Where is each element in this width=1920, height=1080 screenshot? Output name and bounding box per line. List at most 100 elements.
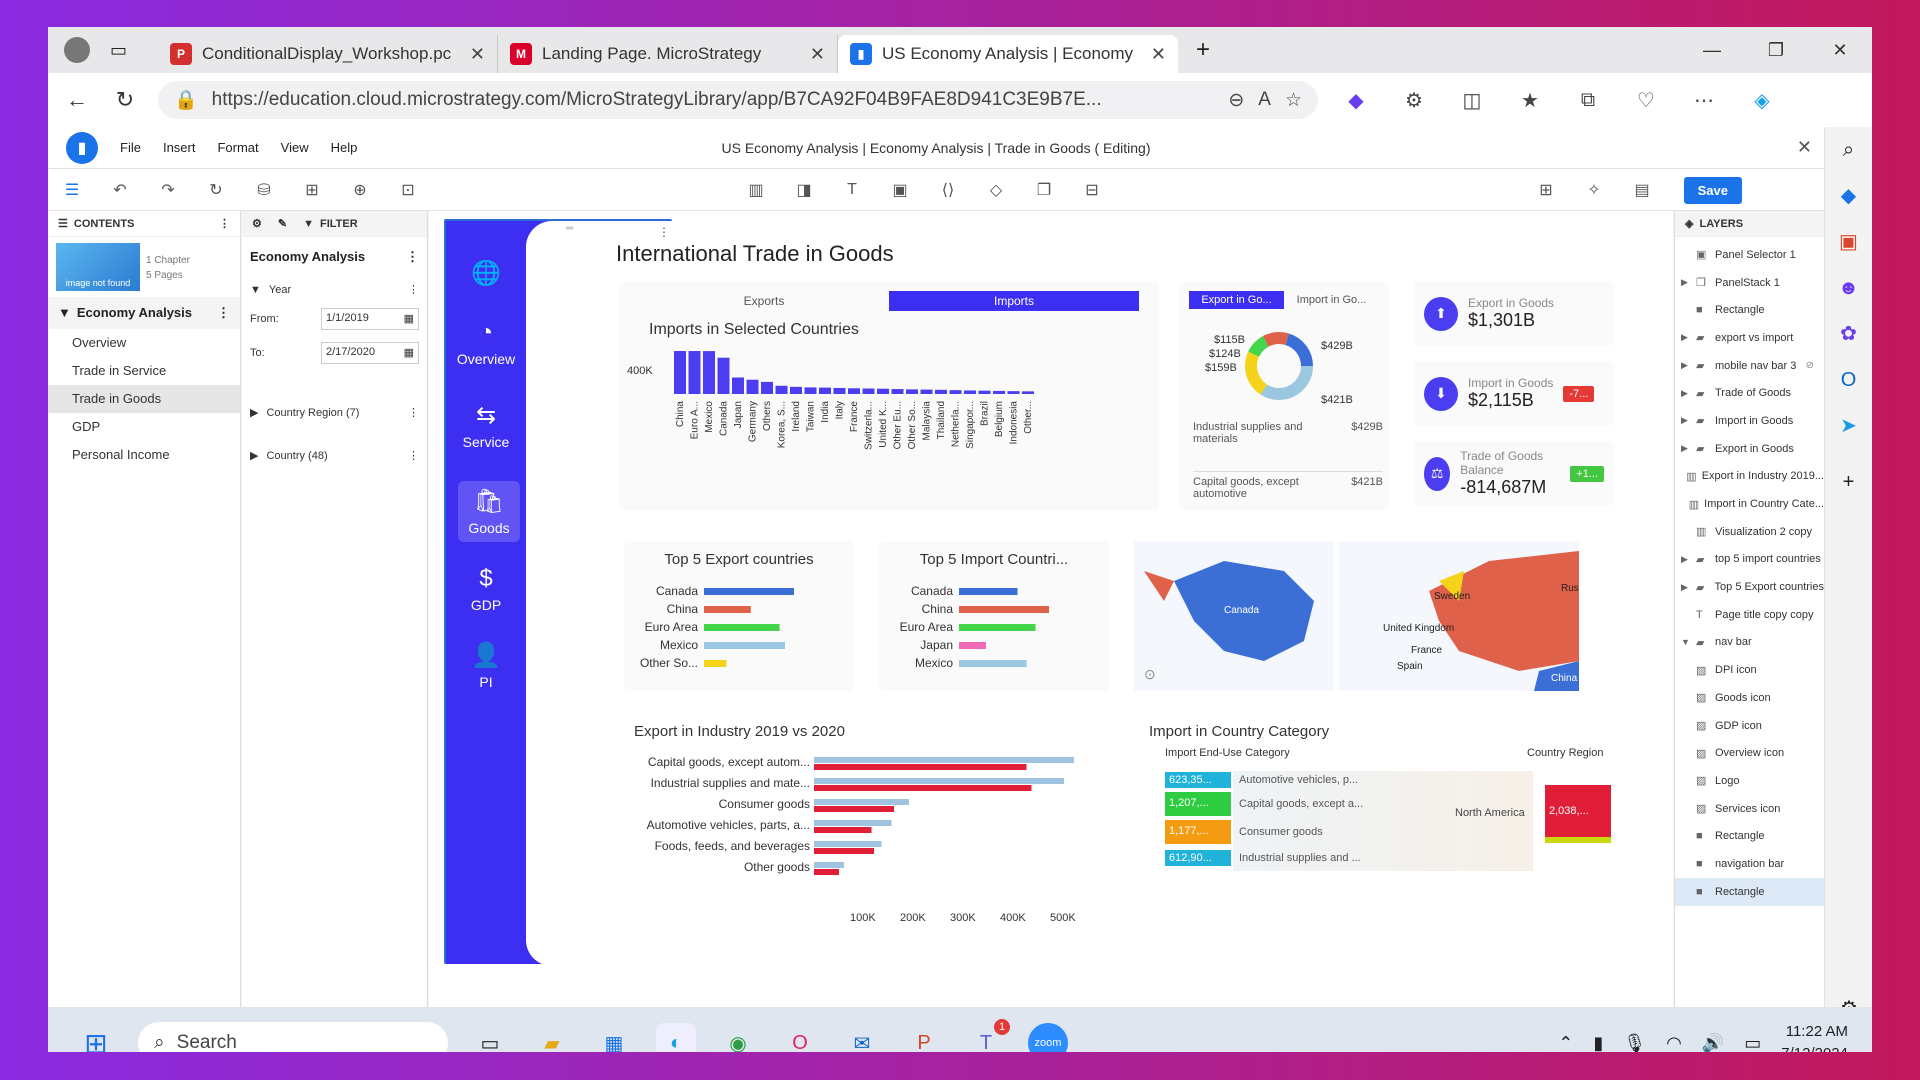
new-page-icon[interactable]: ⊡ <box>384 180 432 200</box>
layer-item[interactable]: ▼ ▰ nav bar <box>1675 629 1824 657</box>
imports-bar-chart[interactable]: 800K400KChinaEuro A...MexicoCanadaJapanG… <box>619 351 1159 511</box>
image-icon[interactable]: ▣ <box>876 180 924 200</box>
app-tray-icon[interactable]: ▮ <box>1593 1033 1603 1053</box>
layer-item[interactable]: ▶ ▰ Export in Goods <box>1675 435 1824 463</box>
nav-overview[interactable]: ◔ Overview <box>446 319 526 367</box>
layout-icon[interactable]: ⊞ <box>1522 180 1570 200</box>
responsive-icon[interactable]: ▤ <box>1618 180 1666 200</box>
page-item-overview[interactable]: Overview <box>48 329 240 357</box>
refresh-data-icon[interactable]: ↻ <box>192 180 240 200</box>
tools-icon[interactable]: ▣ <box>1825 219 1872 265</box>
filter-tab[interactable]: FILTER <box>320 218 358 230</box>
menu-format[interactable]: Format <box>217 140 258 155</box>
drag-handle-icon[interactable]: ═ <box>566 223 573 234</box>
telegram-icon[interactable]: ➤ <box>1825 403 1872 449</box>
from-date-input[interactable]: 1/1/2019 ▦ <box>321 308 419 330</box>
chevron-up-icon[interactable]: ⌃ <box>1558 1033 1573 1053</box>
top5-export-chart[interactable]: Canada China Euro Area Mexico Other So... <box>624 581 854 691</box>
layer-item[interactable]: ■ Rectangle <box>1675 877 1824 906</box>
page-item-gdp[interactable]: GDP <box>48 413 240 441</box>
split-screen-icon[interactable]: ◫ <box>1452 88 1492 113</box>
layer-item[interactable]: ▥ Export in Industry 2019... <box>1675 463 1824 491</box>
performance-icon[interactable]: ♡ <box>1626 88 1666 113</box>
close-editor-icon[interactable]: ✕ <box>1797 137 1812 158</box>
map-north-america[interactable]: Canada ⊙ <box>1134 541 1334 691</box>
layer-item[interactable]: ▶ ▰ Import in Goods <box>1675 407 1824 435</box>
expand-caret-icon[interactable]: ▶ <box>1681 415 1691 426</box>
more-icon[interactable]: ⋯ <box>1684 88 1724 113</box>
year-filter[interactable]: ▼ Year ⋮ <box>242 277 427 302</box>
taskbar-search[interactable]: ⌕ Search <box>138 1022 448 1052</box>
close-window-icon[interactable]: ✕ <box>1808 40 1872 61</box>
battery-icon[interactable]: ▭ <box>1744 1033 1761 1053</box>
nav-goods[interactable]: 🛍 Goods <box>458 481 520 542</box>
layer-item[interactable]: ▨ GDP icon <box>1675 712 1824 740</box>
visualization-icon[interactable]: ▥ <box>732 180 780 200</box>
minimize-icon[interactable]: — <box>1680 40 1744 61</box>
search-icon[interactable]: ⌕ <box>1825 127 1872 173</box>
layer-item[interactable]: ▥ Import in Country Cate... <box>1675 490 1824 518</box>
container-icon[interactable]: ❐ <box>1020 180 1068 200</box>
nav-gdp[interactable]: $ GDP <box>446 565 526 613</box>
country-more-icon[interactable]: ⋮ <box>408 449 419 462</box>
donut-chart[interactable]: $115B $124B $159B $429B $421B <box>1179 321 1389 411</box>
microphone-icon[interactable]: 🎙 <box>1623 1033 1646 1053</box>
expand-caret-icon[interactable]: ▶ <box>1681 360 1691 371</box>
layer-item[interactable]: ▶ ▰ Trade of Goods <box>1675 379 1824 407</box>
settings-icon[interactable]: ⚙ <box>252 217 262 230</box>
app-logo-icon[interactable]: ▮ <box>66 131 98 164</box>
tab-actions-icon[interactable]: ▭ <box>110 40 127 61</box>
favorites-icon[interactable]: ★ <box>1510 88 1550 113</box>
top5-import-chart[interactable]: Canada China Euro Area Japan Mexico <box>879 581 1109 691</box>
toggle-imports[interactable]: Imports <box>889 291 1139 311</box>
layer-item[interactable]: ▨ Goods icon <box>1675 684 1824 712</box>
layer-item[interactable]: ▨ DPI icon <box>1675 656 1824 684</box>
layer-item[interactable]: ▥ Visualization 2 copy <box>1675 518 1824 546</box>
refresh-icon[interactable]: ↻ <box>110 87 140 113</box>
toggle-import-goods[interactable]: Import in Go... <box>1284 291 1379 309</box>
collections-icon[interactable]: ⧉ <box>1568 89 1608 112</box>
toggle-exports[interactable]: Exports <box>639 291 889 311</box>
back-icon[interactable]: ← <box>62 87 92 113</box>
outlook-icon[interactable]: ✉ <box>842 1023 882 1053</box>
nav-pi[interactable]: 👤 PI <box>446 641 526 690</box>
menu-insert[interactable]: Insert <box>163 140 196 155</box>
tag-icon[interactable]: ◆ <box>1825 173 1872 219</box>
clock[interactable]: 11:22 AM 7/12/2024 <box>1781 1021 1848 1052</box>
layer-item[interactable]: ▨ Overview icon <box>1675 739 1824 767</box>
data-source-icon[interactable]: ⛁ <box>240 180 288 200</box>
layer-item[interactable]: ▶ ▰ Top 5 Export countries <box>1675 573 1824 601</box>
country-filter[interactable]: ▶ Country (48) ⋮ <box>242 443 427 468</box>
expand-caret-icon[interactable]: ▶ <box>1681 277 1691 288</box>
text-icon[interactable]: T <box>828 181 876 199</box>
edge-icon[interactable]: ◐ <box>656 1023 696 1052</box>
menu-help[interactable]: Help <box>331 140 358 155</box>
layer-item[interactable]: ▶ ❐ PanelStack 1 <box>1675 269 1824 297</box>
outlook-icon[interactable]: O <box>1825 357 1872 403</box>
edit-icon[interactable]: ✎ <box>278 217 287 230</box>
extensions-icon[interactable]: ⚙ <box>1394 88 1434 113</box>
page-item-trade-in-goods[interactable]: Trade in Goods <box>48 385 240 413</box>
layer-item[interactable]: ▶ ▰ export vs import <box>1675 324 1824 352</box>
people-icon[interactable]: ☻ <box>1825 265 1872 311</box>
start-icon[interactable]: ⊞ <box>76 1023 116 1053</box>
layer-item[interactable]: ▶ ▰ mobile nav bar 3 ⊘ <box>1675 352 1824 380</box>
chrome-icon[interactable]: ◉ <box>718 1023 758 1053</box>
hidden-eye-icon[interactable]: ⊘ <box>1806 360 1814 371</box>
m365-icon[interactable]: ✿ <box>1825 311 1872 357</box>
tab-pdf[interactable]: P ConditionalDisplay_Workshop.pc ✕ <box>158 35 498 73</box>
favorite-icon[interactable]: ☆ <box>1285 89 1302 112</box>
layer-item[interactable]: ▶ ▰ top 5 import countries <box>1675 546 1824 574</box>
close-tab-icon[interactable]: ✕ <box>1151 44 1166 65</box>
expand-caret-icon[interactable]: ▶ <box>1681 443 1691 454</box>
add-dataset-icon[interactable]: ⊕ <box>336 180 384 200</box>
undo-icon[interactable]: ↶ <box>96 180 144 200</box>
layer-item[interactable]: ■ Rectangle <box>1675 822 1824 850</box>
layer-item[interactable]: ▣ Panel Selector 1 <box>1675 241 1824 269</box>
sankey-chart[interactable]: 623,35... Automotive vehicles, p... 1,20… <box>1165 771 1625 871</box>
insights-icon[interactable]: ✧ <box>1570 180 1618 200</box>
extension-icon[interactable]: ◆ <box>1336 88 1376 113</box>
toc-icon[interactable]: ☰ <box>48 180 96 200</box>
expand-caret-icon[interactable]: ▼ <box>1681 637 1691 647</box>
widget-more-icon[interactable]: ⋮ <box>658 225 670 239</box>
